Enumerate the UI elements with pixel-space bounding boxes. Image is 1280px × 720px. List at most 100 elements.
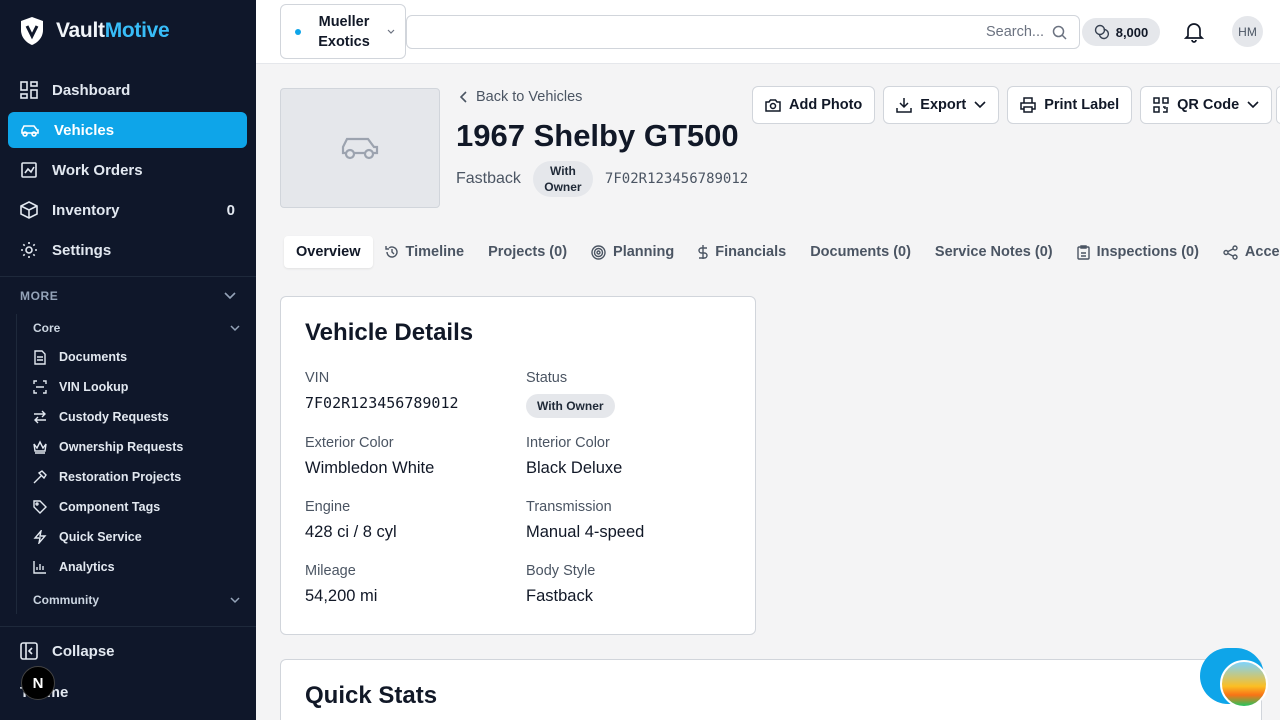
tab-label: Timeline	[405, 244, 465, 260]
tab-planning[interactable]: Planning	[579, 236, 686, 268]
field-value: Manual 4-speed	[526, 523, 645, 541]
vehicle-subtitle: Fastback With Owner 7F02R123456789012	[456, 161, 748, 197]
tab-label: Inspections (0)	[1096, 244, 1199, 260]
nav-item-work-orders[interactable]: Work Orders	[8, 152, 247, 188]
core-label: Core	[33, 321, 61, 335]
field-value: Wimbledon White	[305, 459, 435, 477]
community-group-toggle[interactable]: Community	[17, 586, 246, 614]
field-mileage: Mileage 54,200 mi	[305, 563, 505, 606]
field-value: 54,200 mi	[305, 587, 378, 605]
field-value: 7F02R123456789012	[305, 394, 459, 412]
org-status-dot	[295, 28, 301, 35]
export-button[interactable]: Export	[883, 86, 1000, 124]
button-label: QR Code	[1177, 97, 1240, 113]
logo[interactable]: VaultMotive	[20, 16, 170, 46]
chevron-down-icon	[387, 29, 395, 35]
sidebar-item-ownership-requests[interactable]: Ownership Requests	[17, 432, 246, 462]
tab-label: Service Notes (0)	[934, 244, 1053, 260]
crown-icon	[33, 440, 47, 454]
add-photo-button[interactable]: Add Photo	[752, 86, 876, 124]
nav-item-settings[interactable]: Settings	[8, 232, 247, 268]
chevron-down-icon	[1247, 101, 1259, 109]
sidebar-item-vin-lookup[interactable]: VIN Lookup	[17, 372, 246, 402]
back-to-vehicles-link[interactable]: Back to Vehicles	[460, 89, 582, 105]
sidebar-item-restoration-projects[interactable]: Restoration Projects	[17, 462, 246, 492]
sidebar-item-label: Custody Requests	[59, 410, 169, 424]
tab-documents[interactable]: Documents (0)	[798, 236, 923, 268]
field-body-style: Body Style Fastback	[526, 563, 726, 606]
dollar-icon	[698, 244, 708, 260]
button-label: Add Photo	[789, 97, 863, 113]
org-switcher[interactable]: Mueller Exotics	[280, 4, 406, 59]
tab-inspections[interactable]: Inspections (0)	[1065, 236, 1211, 268]
tab-timeline[interactable]: Timeline	[373, 236, 477, 268]
more-label: MORE	[20, 289, 59, 303]
target-icon	[591, 244, 606, 260]
nav-item-dashboard[interactable]: Dashboard	[8, 72, 247, 108]
tab-financials[interactable]: Financials	[686, 236, 798, 268]
field-value: Fastback	[526, 587, 593, 605]
tab-access[interactable]: Access	[1211, 236, 1280, 268]
qr-code-button[interactable]: QR Code	[1140, 86, 1273, 124]
nav-item-vehicles[interactable]: Vehicles	[8, 112, 247, 148]
tab-label: Financials	[715, 244, 787, 260]
sidebar-item-documents[interactable]: Documents	[17, 342, 246, 372]
chevron-down-icon	[224, 292, 236, 300]
tab-label: Projects (0)	[488, 244, 568, 260]
sidebar-item-component-tags[interactable]: Component Tags	[17, 492, 246, 522]
inventory-count: 0	[226, 201, 235, 219]
tab-projects[interactable]: Projects (0)	[476, 236, 579, 268]
notifications-button[interactable]	[1184, 21, 1204, 43]
gear-icon	[20, 241, 38, 259]
more-actions-button[interactable]	[1276, 86, 1280, 124]
assistant-avatar[interactable]	[1220, 660, 1268, 708]
core-group-toggle[interactable]: Core	[17, 314, 246, 342]
field-label: Status	[526, 370, 568, 386]
org-name: Mueller Exotics	[318, 13, 370, 50]
core-group: Core Documents VIN Lookup Custody Reques…	[16, 314, 246, 614]
user-avatar[interactable]: HM	[1232, 16, 1263, 47]
more-section-toggle[interactable]: MORE	[20, 289, 236, 303]
nav-label: Vehicles	[54, 121, 115, 139]
sidebar-item-custody-requests[interactable]: Custody Requests	[17, 402, 246, 432]
credits-value: 8,000	[1115, 24, 1149, 40]
car-icon	[20, 122, 40, 138]
credits-badge[interactable]: 8,000	[1082, 18, 1160, 46]
nav-item-inventory[interactable]: Inventory 0	[8, 192, 247, 228]
sidebar-item-label: Documents	[59, 350, 128, 364]
car-icon	[340, 134, 380, 162]
page-title: 1967 Shelby GT500	[456, 118, 739, 153]
tab-label: Documents (0)	[810, 244, 911, 260]
vehicle-photo-placeholder[interactable]	[280, 88, 440, 208]
bolt-icon	[33, 530, 47, 544]
search-placeholder: Search...	[985, 24, 1044, 40]
tab-overview[interactable]: Overview	[284, 236, 373, 268]
scan-icon	[33, 380, 47, 394]
swap-icon	[33, 410, 47, 424]
qr-code-icon	[1153, 97, 1169, 113]
print-label-button[interactable]: Print Label	[1007, 86, 1133, 124]
sidebar: VaultMotive Dashboard Vehicles Work Orde…	[0, 0, 256, 720]
status-badge: With Owner	[526, 394, 615, 418]
search-input[interactable]: Search...	[406, 15, 1080, 49]
card-title: Vehicle Details	[305, 319, 474, 346]
sidebar-item-quick-service[interactable]: Quick Service	[17, 522, 246, 552]
sidebar-divider	[0, 276, 256, 277]
dashboard-icon	[20, 81, 38, 99]
sidebar-item-analytics[interactable]: Analytics	[17, 552, 246, 582]
bar-chart-icon	[33, 560, 47, 574]
sidebar-item-label: Analytics	[59, 560, 115, 574]
top-bar: Mueller Exotics Search... 8,000 HM	[256, 0, 1280, 64]
sidebar-collapse-icon	[20, 642, 38, 660]
sidebar-item-label: Ownership Requests	[59, 440, 184, 454]
tab-service-notes[interactable]: Service Notes (0)	[923, 236, 1065, 268]
button-label: Print Label	[1044, 97, 1120, 113]
tag-icon	[33, 500, 47, 514]
collapse-button[interactable]: Collapse	[20, 642, 115, 660]
sidebar-item-label: VIN Lookup	[59, 380, 129, 394]
box-icon	[20, 201, 38, 219]
dev-badge[interactable]: N	[21, 666, 55, 700]
field-label: Exterior Color	[305, 435, 394, 451]
field-value: Black Deluxe	[526, 459, 623, 477]
main-nav: Dashboard Vehicles Work Orders Inventory…	[8, 72, 247, 272]
